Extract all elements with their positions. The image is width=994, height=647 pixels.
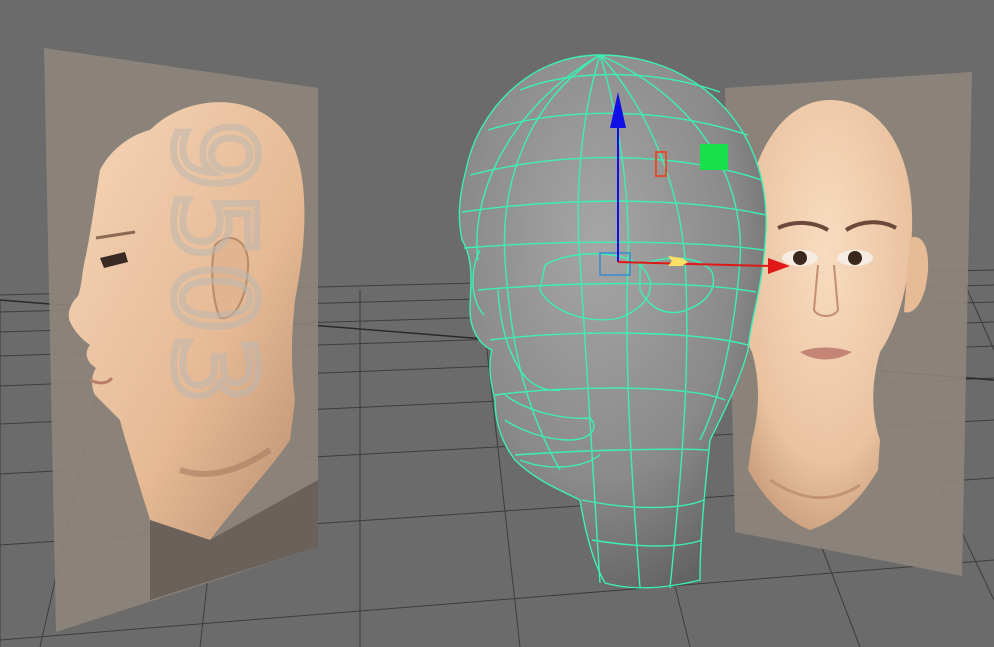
3d-viewport[interactable]: 9503: [0, 0, 994, 647]
z-plane-handle[interactable]: [700, 144, 728, 170]
side-image-plane[interactable]: 9503: [44, 48, 318, 632]
side-plane-watermark: 9503: [148, 120, 278, 405]
front-image-plane[interactable]: [725, 72, 972, 576]
